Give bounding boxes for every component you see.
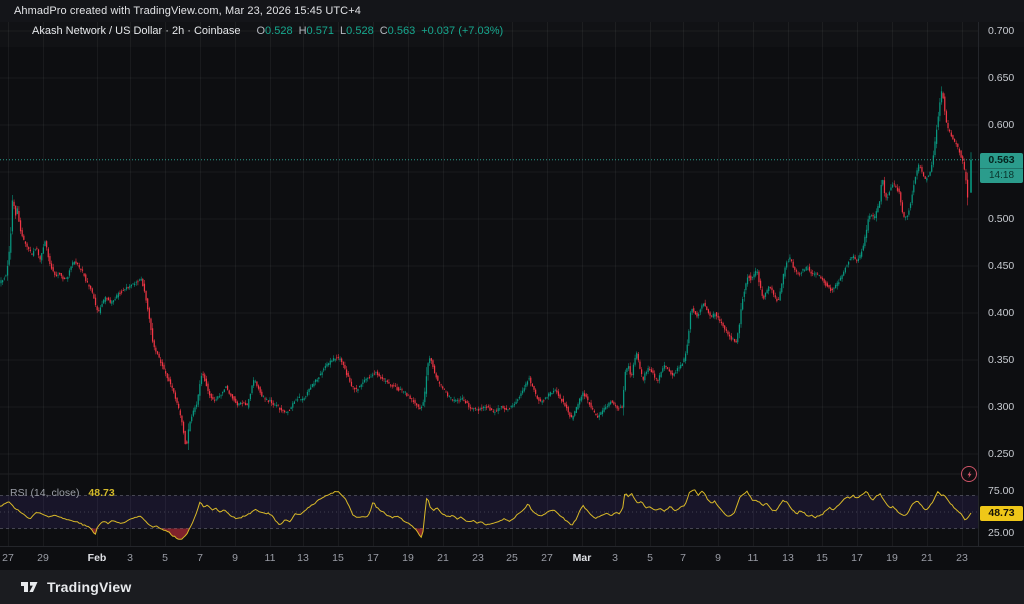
rsi-plot bbox=[0, 490, 978, 539]
rsi-current-value: 48.73 bbox=[88, 487, 114, 499]
chart-plot[interactable] bbox=[0, 0, 1024, 546]
rsi-tick-label: 25.00 bbox=[988, 527, 1014, 539]
rsi-tick-label: 75.00 bbox=[988, 485, 1014, 497]
ohlc-value: 0.528 bbox=[346, 25, 374, 37]
time-tick-label: 17 bbox=[851, 552, 863, 564]
symbol-legend: Akash Network / US Dollar · 2h · Coinbas… bbox=[32, 25, 503, 37]
time-tick-label: 15 bbox=[816, 552, 828, 564]
ohlc-values: O0.528H0.571L0.528C0.563+0.037 (+7.03%) bbox=[250, 25, 503, 37]
tradingview-wordmark[interactable]: TradingView bbox=[47, 579, 131, 595]
rsi-label: RSI bbox=[10, 487, 28, 499]
price-tick-label: 0.600 bbox=[988, 119, 1014, 131]
price-tick-label: 0.350 bbox=[988, 354, 1014, 366]
candlestick-series bbox=[0, 86, 971, 450]
time-tick-label: 11 bbox=[265, 552, 276, 564]
lightning-button[interactable] bbox=[961, 466, 977, 482]
time-tick-label: 11 bbox=[748, 552, 759, 564]
price-tick-label: 0.450 bbox=[988, 260, 1014, 272]
time-tick-label: 13 bbox=[297, 552, 309, 564]
time-tick-label: 7 bbox=[680, 552, 686, 564]
time-tick-label: 19 bbox=[886, 552, 898, 564]
ohlc-value: 0.528 bbox=[265, 25, 293, 37]
time-tick-label: 23 bbox=[956, 552, 968, 564]
grid bbox=[0, 22, 978, 546]
price-tick-label: 0.700 bbox=[988, 25, 1014, 37]
ohlc-letter: O bbox=[256, 25, 265, 37]
time-tick-label: 15 bbox=[332, 552, 344, 564]
price-tick-label: 0.650 bbox=[988, 72, 1014, 84]
current-price-label: 0.563 14:18 bbox=[980, 153, 1023, 183]
current-price-value: 0.563 bbox=[980, 153, 1023, 168]
time-tick-label: 3 bbox=[612, 552, 618, 564]
time-tick-label: 29 bbox=[37, 552, 49, 564]
tradingview-logo-icon[interactable] bbox=[20, 580, 40, 594]
ohlc-letter: C bbox=[380, 25, 388, 37]
time-tick-label: 21 bbox=[437, 552, 449, 564]
time-tick-label: 5 bbox=[162, 552, 168, 564]
lightning-icon bbox=[964, 469, 975, 480]
price-tick-label: 0.250 bbox=[988, 448, 1014, 460]
time-tick-label: 9 bbox=[232, 552, 238, 564]
time-tick-label: 27 bbox=[2, 552, 14, 564]
rsi-params-text: (14, close) bbox=[30, 487, 79, 499]
time-tick-label: 3 bbox=[127, 552, 133, 564]
symbol-title[interactable]: Akash Network / US Dollar · 2h · Coinbas… bbox=[32, 25, 240, 37]
footer-toolbar: TradingView bbox=[0, 570, 1024, 604]
price-tick-label: 0.400 bbox=[988, 307, 1014, 319]
time-tick-label: 25 bbox=[506, 552, 518, 564]
bar-countdown: 14:18 bbox=[980, 168, 1023, 183]
price-tick-label: 0.500 bbox=[988, 213, 1014, 225]
tradingview-chart-screen: AhmadPro created with TradingView.com, M… bbox=[0, 0, 1024, 604]
time-tick-label: 9 bbox=[715, 552, 721, 564]
price-axis[interactable]: 0.700 0.650 0.600 0.500 0.450 0.400 0.350 0.300… bbox=[978, 0, 1024, 546]
time-tick-label: 5 bbox=[647, 552, 653, 564]
attribution-bar: AhmadPro created with TradingView.com, M… bbox=[0, 0, 1024, 22]
time-tick-label: 27 bbox=[541, 552, 553, 564]
change-value: +0.037 (+7.03%) bbox=[421, 25, 503, 37]
time-tick-label: 23 bbox=[472, 552, 484, 564]
ohlc-value: 0.563 bbox=[388, 25, 416, 37]
time-tick-label: 17 bbox=[367, 552, 379, 564]
ohlc-value: 0.571 bbox=[307, 25, 335, 37]
time-tick-label: 19 bbox=[402, 552, 414, 564]
price-tick-label: 0.300 bbox=[988, 401, 1014, 413]
time-axis[interactable]: 27 29 Feb 3 5 7 9 11 13 15 17 19 21 23 25 27 Mar 3 5 7 9 11 13… bbox=[0, 546, 1024, 570]
rsi-legend[interactable]: RSI (14, close) 48.73 bbox=[10, 487, 115, 499]
rsi-value-label: 48.73 bbox=[980, 506, 1023, 521]
time-tick-label: 7 bbox=[197, 552, 203, 564]
time-tick-label: 13 bbox=[782, 552, 794, 564]
time-tick-label: 21 bbox=[921, 552, 933, 564]
time-tick-label: Mar bbox=[573, 552, 592, 564]
time-tick-label: Feb bbox=[88, 552, 107, 564]
ohlc-letter: H bbox=[299, 25, 307, 37]
